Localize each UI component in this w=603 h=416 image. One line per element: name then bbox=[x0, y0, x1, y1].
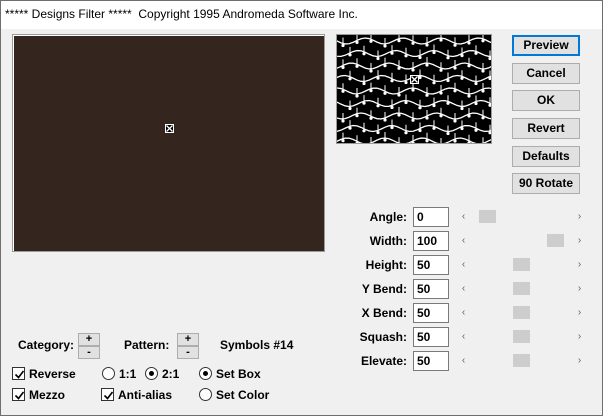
rotate-90-button[interactable]: 90 Rotate bbox=[512, 173, 580, 194]
crosshair-icon[interactable] bbox=[165, 124, 174, 133]
pattern-name: Symbols #14 bbox=[220, 338, 294, 352]
squash-slider-thumb[interactable] bbox=[513, 330, 530, 343]
category-label: Category: bbox=[18, 338, 75, 352]
chevron-right-icon[interactable]: › bbox=[572, 232, 587, 249]
window-title: ***** Designs Filter ***** Copyright 199… bbox=[5, 7, 358, 21]
ratio-2-1-label: 2:1 bbox=[162, 367, 180, 381]
ratio-1-1-label: 1:1 bbox=[119, 367, 137, 381]
squash-slider[interactable]: ‹ › bbox=[456, 328, 587, 345]
xbend-slider[interactable]: ‹ › bbox=[456, 304, 587, 321]
xbend-slider-thumb[interactable] bbox=[513, 306, 530, 319]
reverse-label: Reverse bbox=[29, 367, 76, 381]
checkmark-icon bbox=[14, 391, 25, 400]
antialias-label: Anti-alias bbox=[118, 388, 173, 402]
pattern-plus-button[interactable]: + bbox=[177, 333, 199, 346]
xbend-label: X Bend: bbox=[361, 306, 407, 320]
pattern-stepper[interactable]: + - bbox=[177, 333, 199, 359]
set-color-label: Set Color bbox=[216, 388, 270, 402]
ratio-2-1-radio[interactable] bbox=[145, 367, 158, 380]
squash-label: Squash: bbox=[359, 330, 407, 344]
large-preview-pane[interactable] bbox=[12, 34, 325, 252]
height-label: Height: bbox=[365, 258, 407, 272]
reverse-checkbox[interactable] bbox=[12, 367, 25, 380]
chevron-left-icon[interactable]: ‹ bbox=[456, 352, 471, 369]
elevate-slider-thumb[interactable] bbox=[513, 354, 530, 367]
angle-input[interactable]: 0 bbox=[413, 207, 449, 227]
ybend-label: Y Bend: bbox=[361, 282, 407, 296]
defaults-button[interactable]: Defaults bbox=[512, 146, 580, 167]
category-minus-button[interactable]: - bbox=[78, 346, 100, 359]
chevron-left-icon[interactable]: ‹ bbox=[456, 280, 471, 297]
chevron-left-icon[interactable]: ‹ bbox=[456, 256, 471, 273]
cancel-button[interactable]: Cancel bbox=[512, 63, 580, 84]
chevron-right-icon[interactable]: › bbox=[572, 280, 587, 297]
xbend-input[interactable]: 50 bbox=[413, 303, 449, 323]
angle-slider[interactable]: ‹ › bbox=[456, 208, 587, 225]
width-label: Width: bbox=[369, 234, 407, 248]
set-box-label: Set Box bbox=[216, 367, 261, 381]
pattern-label: Pattern: bbox=[124, 338, 170, 352]
height-slider[interactable]: ‹ › bbox=[456, 256, 587, 273]
ok-button[interactable]: OK bbox=[512, 90, 580, 111]
checkmark-icon bbox=[103, 391, 114, 400]
set-box-radio[interactable] bbox=[199, 367, 212, 380]
pattern-thumbnail bbox=[337, 35, 491, 143]
preview-button[interactable]: Preview bbox=[512, 35, 580, 56]
mezzo-label: Mezzo bbox=[29, 388, 65, 402]
category-stepper[interactable]: + - bbox=[78, 333, 100, 359]
pattern-minus-button[interactable]: - bbox=[177, 346, 199, 359]
chevron-left-icon[interactable]: ‹ bbox=[456, 208, 471, 225]
ratio-1-1-radio[interactable] bbox=[102, 367, 115, 380]
angle-slider-thumb[interactable] bbox=[479, 210, 497, 223]
crosshair-icon[interactable] bbox=[410, 75, 419, 84]
elevate-slider[interactable]: ‹ › bbox=[456, 352, 587, 369]
width-input[interactable]: 100 bbox=[413, 231, 449, 251]
chevron-right-icon[interactable]: › bbox=[572, 352, 587, 369]
pattern-preview-pane[interactable] bbox=[336, 34, 492, 144]
chevron-right-icon[interactable]: › bbox=[572, 304, 587, 321]
width-slider-thumb[interactable] bbox=[546, 234, 564, 247]
revert-button[interactable]: Revert bbox=[512, 118, 580, 139]
set-color-radio[interactable] bbox=[199, 388, 212, 401]
mezzo-checkbox[interactable] bbox=[12, 388, 25, 401]
title-bar: ***** Designs Filter ***** Copyright 199… bbox=[1, 1, 602, 29]
squash-input[interactable]: 50 bbox=[413, 327, 449, 347]
ybend-slider-thumb[interactable] bbox=[513, 282, 530, 295]
height-slider-thumb[interactable] bbox=[513, 258, 530, 271]
ybend-slider[interactable]: ‹ › bbox=[456, 280, 587, 297]
elevate-input[interactable]: 50 bbox=[413, 351, 449, 371]
antialias-checkbox[interactable] bbox=[101, 388, 114, 401]
chevron-left-icon[interactable]: ‹ bbox=[456, 328, 471, 345]
chevron-left-icon[interactable]: ‹ bbox=[456, 232, 471, 249]
ybend-input[interactable]: 50 bbox=[413, 279, 449, 299]
designs-filter-window: ***** Designs Filter ***** Copyright 199… bbox=[0, 0, 603, 416]
chevron-right-icon[interactable]: › bbox=[572, 328, 587, 345]
chevron-left-icon[interactable]: ‹ bbox=[456, 304, 471, 321]
chevron-right-icon[interactable]: › bbox=[572, 256, 587, 273]
height-input[interactable]: 50 bbox=[413, 255, 449, 275]
checkmark-icon bbox=[14, 370, 25, 379]
chevron-right-icon[interactable]: › bbox=[572, 208, 587, 225]
width-slider[interactable]: ‹ › bbox=[456, 232, 587, 249]
category-plus-button[interactable]: + bbox=[78, 333, 100, 346]
elevate-label: Elevate: bbox=[360, 354, 407, 368]
angle-label: Angle: bbox=[369, 210, 407, 224]
